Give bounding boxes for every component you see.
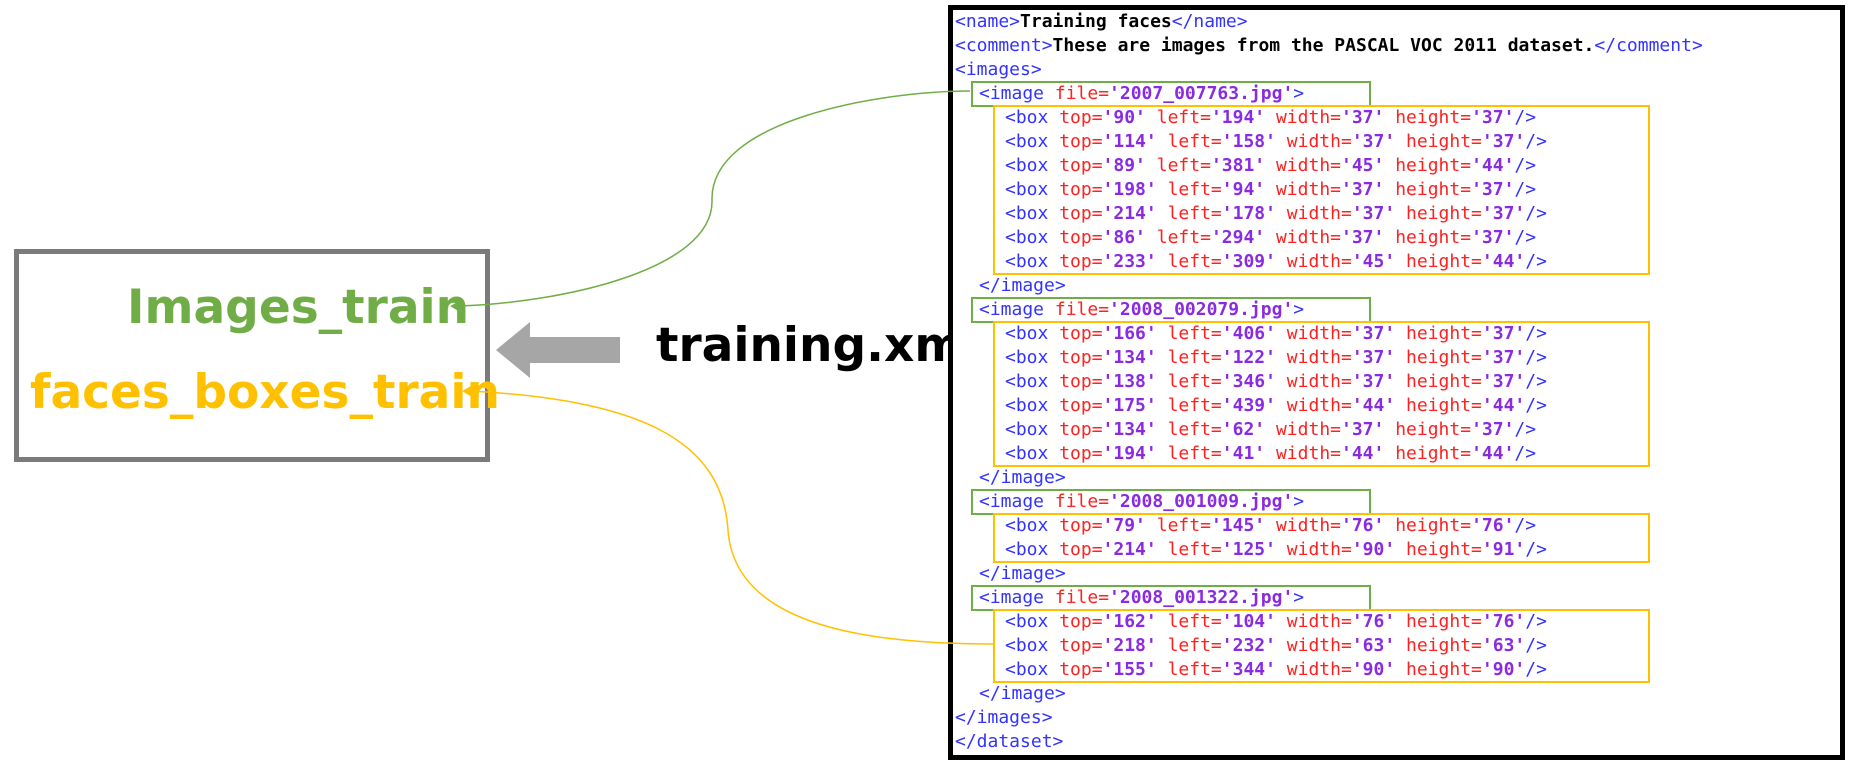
diagram: Images_train faces_boxes_train training.… xyxy=(0,0,1853,773)
boxes-arrowhead-icon xyxy=(462,385,473,397)
left-arrow-icon xyxy=(496,322,620,378)
boxes-connector xyxy=(469,390,994,645)
images-arrowhead-icon xyxy=(450,300,462,312)
connector-layer xyxy=(450,90,994,645)
images-connector xyxy=(457,90,971,307)
